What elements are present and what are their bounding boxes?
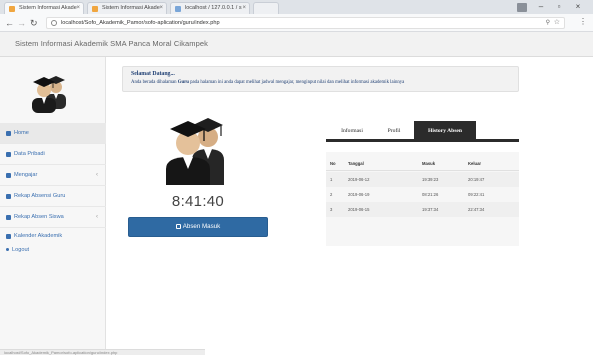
alert-text: Anda berada dihalaman Guru pada halaman … [131, 80, 405, 85]
column-header: Keluar [468, 161, 482, 166]
table-cell: 2019-06-12 [348, 177, 370, 182]
app-header: Sistem Informasi Akademik SMA Panca Mora… [0, 32, 593, 57]
tab-informasi[interactable]: Informasi [332, 121, 372, 142]
new-tab-button[interactable] [253, 2, 279, 14]
table-cell: 09:22:41 [468, 192, 485, 197]
zoom-icon[interactable]: ⚲ [546, 18, 550, 28]
sidebar-item-mengajar[interactable]: Mengajar ‹ [0, 165, 106, 186]
history-table: No Tanggal Masuk Keluar 1 2019-06-12 19:… [326, 152, 519, 246]
calendar-icon [6, 234, 11, 239]
sidebar-item-home[interactable]: Home [0, 123, 106, 144]
table-row: 2 2019-06-19 08:21:26 09:22:41 [326, 187, 519, 202]
tab-history-absen[interactable]: History Absen [414, 121, 476, 142]
forward-icon[interactable]: → [17, 16, 26, 30]
bookmark-star-icon[interactable]: ☆ [554, 18, 560, 28]
tab-profil[interactable]: Profil [378, 121, 410, 142]
minimize-icon[interactable]: – [534, 1, 548, 13]
column-header: Masuk [422, 161, 436, 166]
table-cell: 1 [330, 177, 333, 182]
browser-tab-bar: Sistem Informasi Akade × Sistem Informas… [0, 0, 593, 14]
app-title[interactable]: Sistem Informasi Akademik SMA Panca Mora… [15, 39, 208, 48]
sidebar-item-label: Rekap Absensi Guru [14, 193, 66, 199]
sidebar-item-label: Rekap Absen Siswa [14, 214, 64, 220]
url-text: localhost/Sofo_Akademik_Pamor/sofo-aplic… [61, 20, 220, 26]
panel-tabs: Informasi Profil History Absen [326, 114, 519, 142]
column-header: No [330, 161, 336, 166]
back-icon[interactable]: ← [5, 16, 14, 30]
table-cell: 2019-06-15 [348, 207, 370, 212]
alert-title: Selamat Datang... [131, 71, 175, 77]
info-icon[interactable] [51, 20, 57, 26]
table-cell: 20:19:47 [468, 177, 485, 182]
reload-icon[interactable]: ↻ [30, 16, 38, 30]
sidebar-item-rekap-absen-siswa[interactable]: Rekap Absen Siswa ‹ [0, 207, 106, 228]
sidebar-item-kalender-akademik[interactable]: Kalender Akademik [0, 228, 106, 244]
close-window-icon[interactable]: × [571, 1, 585, 13]
sidebar-item-label: Home [14, 130, 29, 136]
user-icon [6, 152, 11, 157]
url-input[interactable]: localhost/Sofo_Akademik_Pamor/sofo-aplic… [46, 17, 565, 29]
info-panel: Informasi Profil History Absen No Tangga… [326, 114, 519, 246]
close-tab-icon[interactable]: × [242, 3, 246, 14]
maximize-icon[interactable]: ▫ [552, 1, 566, 13]
sidebar-item-data-pribadi[interactable]: Data Pribadi [0, 144, 106, 165]
home-icon [6, 131, 11, 136]
sidebar-item-label: Mengajar [14, 172, 38, 178]
favicon-icon [9, 6, 15, 12]
sidebar-item-logout[interactable]: Logout [0, 244, 106, 256]
profile-icon[interactable] [517, 3, 527, 12]
browser-tab-3[interactable]: localhost / 127.0.0.1 / s × [170, 2, 250, 14]
browser-tab-label: localhost / 127.0.0.1 / s [185, 5, 242, 11]
table-cell: 08:21:26 [422, 192, 439, 197]
favicon-icon [92, 6, 98, 12]
sidebar: Home Data Pribadi Mengajar ‹ Rekap Absen… [0, 57, 106, 355]
clock-display: 8:41:40 [171, 193, 225, 210]
welcome-alert: Selamat Datang... Anda berada dihalaman … [122, 66, 519, 92]
browser-tab-label: Sistem Informasi Akade [19, 5, 77, 11]
browser-tab-1[interactable]: Sistem Informasi Akade × [4, 2, 84, 14]
table-row: 1 2019-06-12 19:39:23 20:19:47 [326, 172, 519, 187]
list-icon [6, 194, 11, 199]
sidebar-item-rekap-absensi-guru[interactable]: Rekap Absensi Guru [0, 186, 106, 207]
book-icon [6, 173, 11, 178]
column-header: Tanggal [348, 161, 364, 166]
table-cell: 22:47:34 [468, 207, 485, 212]
table-cell: 3 [330, 207, 333, 212]
sidebar-menu: Home Data Pribadi Mengajar ‹ Rekap Absen… [0, 123, 106, 256]
table-cell: 2019-06-19 [348, 192, 370, 197]
sidebar-item-label: Kalender Akademik [14, 233, 63, 239]
chevron-left-icon: ‹ [96, 172, 98, 178]
logout-icon [6, 248, 9, 251]
sign-in-icon [175, 223, 181, 229]
table-cell: 19:39:23 [422, 177, 439, 182]
close-tab-icon[interactable]: × [76, 3, 80, 14]
graduate-avatar-icon [32, 76, 66, 113]
graduate-avatar-icon [166, 118, 224, 185]
sidebar-item-label: Data Pribadi [14, 151, 45, 157]
table-header-row: No Tanggal Masuk Keluar [326, 156, 519, 171]
table-row: 3 2019-06-15 19:37:34 22:47:34 [326, 202, 519, 217]
table-cell: 19:37:34 [422, 207, 439, 212]
browser-menu-icon[interactable]: ⋮ [579, 17, 587, 27]
close-tab-icon[interactable]: × [159, 3, 163, 14]
table-cell: 2 [330, 192, 333, 197]
list-icon [6, 215, 11, 220]
favicon-icon [175, 6, 181, 12]
address-bar: ← → ↻ localhost/Sofo_Akademik_Pamor/sofo… [0, 14, 593, 32]
browser-tab-2[interactable]: Sistem Informasi Akade × [87, 2, 167, 14]
browser-tab-label: Sistem Informasi Akade [102, 5, 160, 11]
chevron-left-icon: ‹ [96, 214, 98, 220]
absen-masuk-button[interactable]: Absen Masuk [128, 217, 268, 237]
absen-masuk-label: Absen Masuk [182, 223, 221, 230]
status-bar: localhost/Sofo_Akademik_Pamor/sofo-aplic… [0, 349, 205, 355]
sidebar-item-label: Logout [12, 247, 30, 253]
